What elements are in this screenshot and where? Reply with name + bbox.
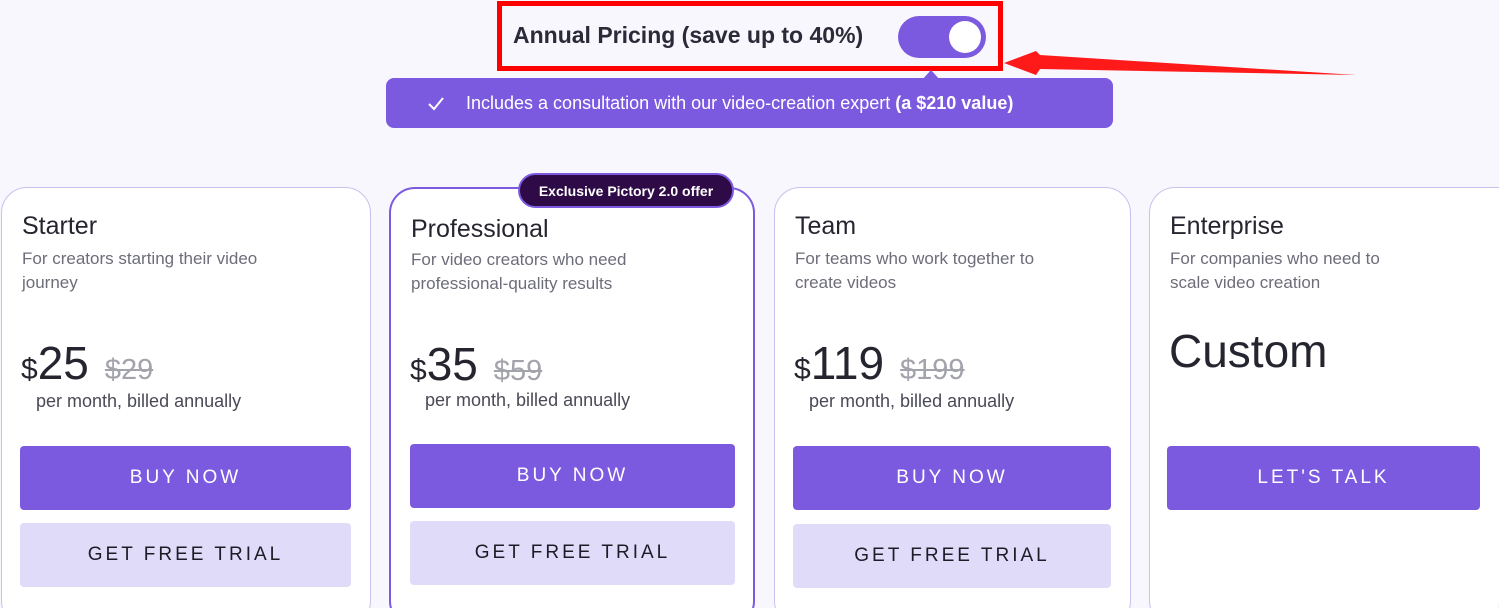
- buy-now-button[interactable]: BUY NOW: [410, 444, 735, 508]
- banner-value: (a $210 value): [895, 92, 1014, 113]
- price-currency: $: [794, 353, 811, 386]
- billing-note: per month, billed annually: [36, 391, 242, 411]
- check-icon: [428, 97, 444, 111]
- price-amount: 119: [810, 337, 885, 389]
- price-amount: 25: [37, 337, 89, 389]
- billing-note: per month, billed annually: [809, 391, 1015, 411]
- plan-description: For video creators who need professional…: [411, 250, 627, 293]
- annual-pricing-toggle[interactable]: [898, 16, 986, 58]
- plan-card-enterprise: Enterprise For companies who need to sca…: [1149, 187, 1499, 608]
- old-price: $59: [493, 355, 543, 387]
- consultation-banner: Includes a consultation with our video-c…: [386, 78, 1113, 128]
- plan-name: Team: [795, 212, 857, 240]
- plan-card-starter: Starter For creators starting their vide…: [1, 187, 371, 608]
- exclusive-offer-badge: Exclusive Pictory 2.0 offer: [518, 173, 734, 208]
- get-free-trial-button[interactable]: GET FREE TRIAL: [793, 524, 1111, 588]
- toggle-knob: [949, 21, 981, 53]
- plan-description: For creators starting their video journe…: [22, 249, 258, 292]
- price-amount: 35: [426, 338, 478, 390]
- plan-name: Enterprise: [1170, 212, 1284, 240]
- plan-description: For teams who work together to create vi…: [795, 249, 1035, 292]
- get-free-trial-button[interactable]: GET FREE TRIAL: [410, 521, 735, 585]
- plan-name: Starter: [22, 212, 98, 240]
- custom-price: Custom: [1169, 325, 1328, 377]
- plan-name: Professional: [411, 215, 549, 243]
- plan-card-team: Team For teams who work together to crea…: [774, 187, 1131, 608]
- old-price: $199: [900, 354, 965, 386]
- price-currency: $: [21, 353, 38, 386]
- banner-text: Includes a consultation with our video-c…: [466, 92, 891, 113]
- billing-note: per month, billed annually: [425, 390, 631, 410]
- annual-pricing-label: Annual Pricing (save up to 40%): [513, 22, 864, 48]
- buy-now-button[interactable]: BUY NOW: [793, 446, 1111, 510]
- get-free-trial-button[interactable]: GET FREE TRIAL: [20, 523, 351, 587]
- price-currency: $: [410, 354, 427, 387]
- plan-description: For companies who need to scale video cr…: [1170, 249, 1380, 292]
- buy-now-button[interactable]: BUY NOW: [20, 446, 351, 510]
- plan-price: $ 25 $29: [21, 336, 153, 390]
- old-price: $29: [104, 354, 154, 386]
- plan-price: $ 119 $199: [794, 336, 965, 390]
- plan-card-professional: Professional For video creators who need…: [389, 187, 755, 608]
- lets-talk-button[interactable]: LET'S TALK: [1167, 446, 1480, 510]
- plan-price: $ 35 $59: [410, 337, 542, 391]
